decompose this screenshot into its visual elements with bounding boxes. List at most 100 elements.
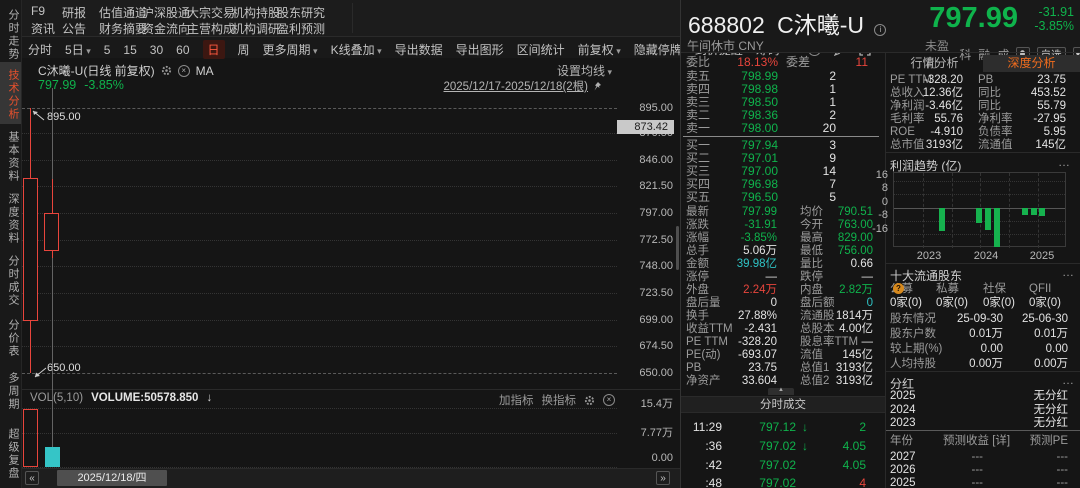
- volume-bar: [23, 409, 38, 467]
- bid-ask-separator: [683, 136, 879, 137]
- info-icon[interactable]: i: [874, 24, 886, 36]
- sidebar-item-basic-info[interactable]: 基本资料: [0, 128, 21, 186]
- menu-announcements[interactable]: 公告: [62, 20, 99, 37]
- kline-chart[interactable]: 895.00 650.00: [22, 88, 617, 388]
- dividend-row: 2025无分红: [890, 390, 1068, 403]
- stat-row: PE TTM-328.20股息率TTM—: [686, 336, 873, 349]
- fin-row: 净利润-3.46亿同比55.79: [890, 100, 1066, 113]
- profit-bar: [994, 208, 1000, 247]
- stat-row: 外盘2.24万内盘2.82万: [686, 284, 873, 297]
- gridline: [22, 373, 617, 374]
- close-icon[interactable]: ×: [178, 65, 190, 77]
- menu-business-composition[interactable]: 主营构成: [187, 20, 232, 37]
- sidebar-item-technical[interactable]: 技术分析: [0, 62, 21, 124]
- chevron-down-icon: ▾: [311, 46, 318, 56]
- price-change: -31.91: [1024, 5, 1074, 19]
- tab-5min[interactable]: 5: [104, 43, 111, 57]
- forecast-row: 2025------: [890, 477, 1068, 488]
- profit-bar: [976, 208, 982, 223]
- sidebar-item-multi-period[interactable]: 多周期: [0, 368, 21, 414]
- menu-row-1: F9 研报 估值通道 沪深股通 大宗交易 机构持股 股东研究: [31, 4, 325, 21]
- profit-bar: [985, 208, 991, 230]
- tab-60min[interactable]: 60: [176, 43, 189, 57]
- gridline: [952, 173, 953, 248]
- export-data-button[interactable]: 导出数据: [395, 41, 443, 58]
- export-image-button[interactable]: 导出图形: [456, 41, 504, 58]
- bid-row[interactable]: 买五796.505: [686, 191, 836, 204]
- tab-daily[interactable]: 日: [203, 40, 225, 59]
- tab-5day[interactable]: 5日 ▾: [65, 41, 91, 58]
- ma-label[interactable]: MA: [196, 64, 214, 78]
- candle-body: [23, 178, 38, 321]
- tick-row: :48797.024: [684, 474, 866, 488]
- diff-value: 11: [856, 56, 868, 69]
- chevron-down-icon: ▾: [84, 46, 91, 56]
- menu-valuation[interactable]: 估值通道: [99, 4, 142, 21]
- menu-f9[interactable]: F9: [31, 4, 62, 21]
- tab-30min[interactable]: 30: [150, 43, 163, 57]
- gridline: [22, 213, 617, 214]
- menu-capital-flow[interactable]: 资金流向: [142, 20, 187, 37]
- sidebar-item-tick-trades[interactable]: 分时成交: [0, 252, 21, 310]
- more-icon[interactable]: …: [1062, 265, 1075, 279]
- axis-tick: 0: [856, 197, 888, 208]
- gear-icon[interactable]: [161, 65, 172, 76]
- more-periods-button[interactable]: 更多周期 ▾: [263, 41, 318, 58]
- tab-minute[interactable]: 分时: [28, 41, 52, 58]
- profit-bar: [1039, 208, 1045, 216]
- chart-header: C沐曦-U(日线 前复权) × MA: [38, 62, 214, 79]
- menu-institutional-holdings[interactable]: 机构持股: [232, 4, 277, 21]
- menu-hk-connect[interactable]: 沪深股通: [142, 4, 187, 21]
- tick-row: :42797.024.05: [684, 456, 866, 474]
- scroll-prev-button[interactable]: «: [25, 471, 39, 485]
- stat-row: 总手5.06万最低756.00: [686, 245, 873, 258]
- sidebar-item-time-trend[interactable]: 分时走势: [0, 6, 21, 64]
- menu-research-reports[interactable]: 研报: [62, 4, 99, 21]
- menu-block-trades[interactable]: 大宗交易: [187, 4, 232, 21]
- tab-weekly[interactable]: 周: [238, 41, 250, 58]
- help-icon[interactable]: ?: [893, 283, 904, 294]
- stat-row: PB23.75总值13193亿: [686, 362, 873, 375]
- menu-shareholder-research[interactable]: 股东研究: [277, 4, 325, 21]
- ask-row[interactable]: 卖一798.0020: [686, 122, 836, 135]
- holders-counts: 0家(0) 0家(0) 0家(0) 0家(0): [890, 297, 1068, 310]
- profit-bar: [1031, 208, 1037, 215]
- ticks-title: 分时成交: [681, 397, 885, 413]
- tab-15min[interactable]: 15: [123, 43, 136, 57]
- tab-market-analysis[interactable]: 行情分析: [886, 0, 983, 17]
- gridline: [22, 186, 617, 187]
- profit-bar: [939, 208, 945, 231]
- more-icon[interactable]: …: [1062, 373, 1075, 387]
- stat-row: PE(动)-693.07流值145亿: [686, 349, 873, 362]
- scrollbar-thumb[interactable]: [676, 226, 679, 270]
- axis-tick: -8: [856, 210, 888, 221]
- stock-name: C沐曦-U: [777, 12, 864, 38]
- stat-row: 收益TTM-2.431总股本4.00亿: [686, 323, 873, 336]
- tab-deep-analysis[interactable]: 深度分析: [983, 55, 1080, 72]
- range-stats-button[interactable]: 区间统计: [517, 41, 565, 58]
- sidebar-item-price-table[interactable]: 分价表: [0, 315, 21, 361]
- menu-institutional-survey[interactable]: 机构调研: [232, 20, 277, 37]
- forward-adjust-button[interactable]: 前复权 ▾: [578, 41, 621, 58]
- volume-chart[interactable]: [22, 390, 617, 468]
- date-label: 2025/12/18/四: [57, 470, 167, 486]
- sidebar-item-super-replay[interactable]: 超级复盘: [0, 420, 21, 488]
- axis-tick: 748.00: [621, 261, 673, 272]
- more-icon[interactable]: …: [1058, 155, 1071, 169]
- menu-news[interactable]: 资讯: [31, 20, 62, 37]
- ma-settings-button[interactable]: 设置均线 ▾: [557, 62, 612, 79]
- menu-financial-summary[interactable]: 财务摘要: [99, 20, 142, 37]
- price-axis: 895.00 870.50 846.00 821.50 797.00 772.5…: [617, 88, 677, 388]
- fin-row: 毛利率55.76净利率-27.95: [890, 113, 1066, 126]
- scroll-next-button[interactable]: »: [656, 471, 670, 485]
- commission-ratio-row: 委比 18.13% 委差 11: [686, 56, 868, 69]
- low-arrow-icon: [33, 366, 48, 379]
- kline-overlay-button[interactable]: K线叠加 ▾: [331, 41, 382, 58]
- gridline: [22, 266, 617, 267]
- chevron-down-icon: ▾: [614, 46, 621, 56]
- collapse-handle[interactable]: ▲: [768, 388, 794, 395]
- axis-tick: 699.00: [621, 315, 673, 326]
- menu-earnings-forecast[interactable]: 盈利预测: [277, 20, 325, 37]
- hide-suspended-button[interactable]: 隐藏停牌: [634, 41, 682, 58]
- sidebar-item-deep-info[interactable]: 深度资料: [0, 190, 21, 248]
